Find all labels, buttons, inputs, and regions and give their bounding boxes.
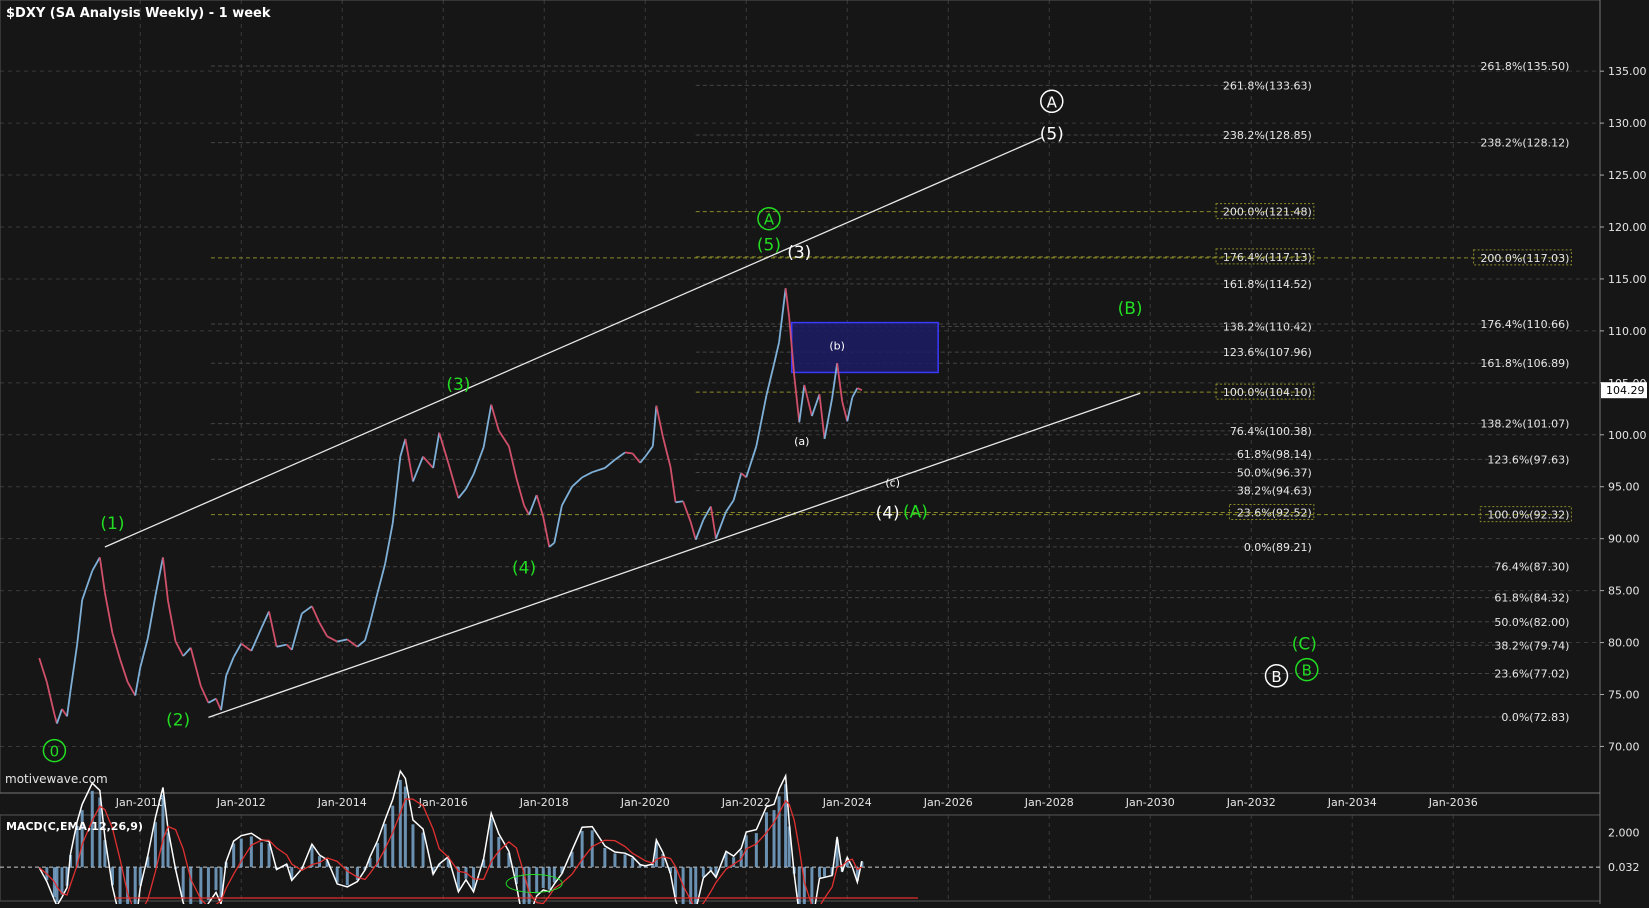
fib-level-label: 50.0%(82.00): [1494, 616, 1569, 629]
fib-level-label: 100.0%(104.10): [1223, 386, 1312, 399]
x-tick-label: Jan-2016: [418, 796, 468, 809]
wave-label: A: [764, 211, 775, 229]
wave-label: (c): [885, 476, 900, 489]
fib-level-label: 38.2%(94.63): [1237, 485, 1312, 498]
fib-level-label: 261.8%(133.63): [1223, 79, 1312, 92]
chart-title: $DXY (SA Analysis Weekly) - 1 week: [6, 6, 271, 21]
fib-level-label: 0.0%(72.83): [1501, 711, 1569, 724]
price-segment: [675, 500, 684, 504]
y-tick-label: 80.00: [1608, 637, 1640, 650]
y-tick-label: 115.00: [1608, 273, 1647, 286]
y-tick-label: 135.00: [1608, 65, 1647, 78]
x-tick-label: Jan-2020: [620, 796, 670, 809]
wave-label: (b): [829, 339, 845, 352]
macd-label: MACD(C,EMA,12,26,9): [6, 820, 143, 833]
fib-level-label: 138.2%(101.07): [1480, 418, 1569, 431]
y-tick-label: 130.00: [1608, 117, 1647, 130]
fib-level-label: 123.6%(107.96): [1223, 346, 1312, 359]
x-tick-label: Jan-2018: [519, 796, 569, 809]
wave-label: (4): [876, 504, 900, 524]
fib-level-label: 161.8%(106.89): [1480, 357, 1569, 370]
wave-label: B: [1302, 662, 1312, 680]
fib-level-label: 176.4%(110.66): [1480, 318, 1569, 331]
watermark: motivewave.com: [5, 772, 108, 786]
fib-level-label: 176.4%(117.13): [1223, 251, 1312, 264]
wave-label: (4): [512, 559, 536, 579]
x-tick-label: Jan-2024: [822, 796, 872, 809]
chart-svg: 261.8%(133.63) 238.2%(128.85) 200.0%(121.4…: [0, 0, 1649, 908]
x-tick-label: Jan-2030: [1125, 796, 1175, 809]
fib-level-label: 123.6%(97.63): [1487, 453, 1569, 466]
y-tick-label: 75.00: [1608, 689, 1640, 702]
x-tick-label: Jan-2034: [1327, 796, 1377, 809]
target-box[interactable]: [790, 321, 939, 374]
x-tick-label: Jan-2028: [1024, 796, 1074, 809]
y-tick-label: 85.00: [1608, 585, 1640, 598]
wave-label: (a): [794, 435, 809, 448]
wave-label: B: [1271, 668, 1281, 686]
fib-level-label: 138.2%(110.42): [1223, 321, 1312, 334]
wave-label: (3): [787, 243, 811, 263]
fib-level-label: 23.6%(92.52): [1237, 506, 1312, 519]
price-segment: [624, 451, 633, 455]
x-tick-label: Jan-2014: [317, 796, 367, 809]
fib-level-label: 23.6%(77.02): [1494, 668, 1569, 681]
wave-label: (2): [166, 710, 190, 730]
fib-level-label: 0.0%(89.21): [1244, 541, 1312, 554]
fib-level-label: 200.0%(121.48): [1223, 206, 1312, 219]
fib-level-label: 38.2%(79.74): [1494, 639, 1569, 652]
y-tick-label: 110.00: [1608, 325, 1647, 338]
fib-level-label: 50.0%(96.37): [1237, 466, 1312, 479]
x-tick-label: Jan-2036: [1428, 796, 1478, 809]
x-tick-label: Jan-2022: [721, 796, 771, 809]
macd-tick-label: 0.032: [1608, 861, 1640, 874]
x-tick-label: Jan-2026: [923, 796, 973, 809]
fib-level-label: 76.4%(100.38): [1230, 425, 1312, 438]
chart-window: 261.8%(133.63) 238.2%(128.85) 200.0%(121.4…: [0, 0, 1649, 908]
chart-background: [0, 0, 1649, 904]
y-tick-label: 70.00: [1608, 740, 1640, 753]
wave-label: (5): [757, 236, 781, 256]
last-price-label: 104.29: [1606, 384, 1645, 397]
wave-label: (5): [1040, 124, 1064, 144]
wave-label: (B): [1118, 299, 1143, 319]
fib-level-label: 200.0%(117.03): [1480, 252, 1569, 265]
fib-level-label: 238.2%(128.85): [1223, 129, 1312, 142]
x-tick-label: Jan-2032: [1226, 796, 1276, 809]
y-tick-label: 125.00: [1608, 169, 1647, 182]
fib-level-label: 238.2%(128.12): [1480, 137, 1569, 150]
wave-label: (A): [903, 503, 928, 523]
macd-tick-label: 2.000: [1608, 827, 1640, 840]
wave-label: (1): [100, 514, 124, 534]
y-tick-label: 90.00: [1608, 533, 1640, 546]
fib-level-label: 100.0%(92.32): [1487, 509, 1569, 522]
fib-level-label: 261.8%(135.50): [1480, 60, 1569, 73]
wave-label: (C): [1292, 635, 1317, 655]
wave-label: A: [1047, 93, 1058, 111]
fib-level-label: 76.4%(87.30): [1494, 561, 1569, 574]
fib-level-label: 161.8%(114.52): [1223, 278, 1312, 291]
x-tick-label: Jan-2012: [216, 796, 266, 809]
x-tick-label: Jan-2010: [115, 796, 165, 809]
y-tick-label: 95.00: [1608, 481, 1640, 494]
wave-label: (3): [446, 375, 470, 395]
y-tick-label: 100.00: [1608, 429, 1647, 442]
y-tick-label: 120.00: [1608, 221, 1647, 234]
wave-label: 0: [50, 743, 60, 761]
fib-level-label: 61.8%(84.32): [1494, 592, 1569, 605]
